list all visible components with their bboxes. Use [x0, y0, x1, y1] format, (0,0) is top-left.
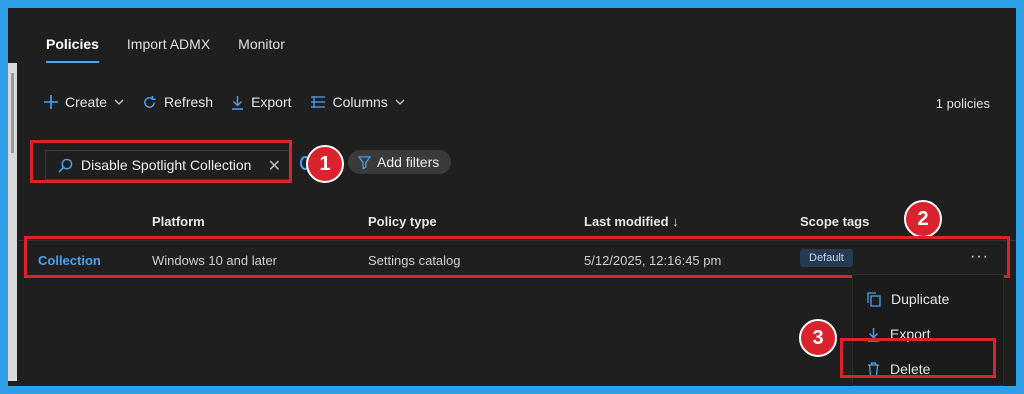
export-label: Export: [251, 94, 292, 110]
toolbar: Create Refresh Export Columns: [44, 94, 405, 110]
refresh-button[interactable]: Refresh: [142, 94, 213, 110]
tab-policies[interactable]: Policies: [46, 36, 99, 63]
tab-bar: Policies Import ADMX Monitor: [46, 36, 285, 63]
add-filters-label: Add filters: [377, 154, 440, 170]
download-icon: [232, 95, 244, 110]
callout-3: 3: [799, 319, 837, 357]
menu-item-export[interactable]: Export: [867, 326, 930, 342]
clear-search-icon[interactable]: ✕: [268, 156, 281, 176]
chevron-down-icon: [114, 99, 124, 105]
columns-button[interactable]: Columns: [310, 94, 405, 110]
delete-label: Delete: [890, 361, 931, 377]
col-header-policy-type[interactable]: Policy type: [368, 214, 437, 229]
create-button[interactable]: Create: [44, 94, 124, 110]
copy-icon: [867, 291, 881, 307]
col-header-scope-tags[interactable]: Scope tags: [800, 214, 869, 229]
search-box[interactable]: ✕: [45, 150, 292, 180]
divider: [18, 240, 1016, 241]
callout-2: 2: [904, 200, 942, 238]
platform-cell: Windows 10 and later: [152, 253, 278, 268]
scrollbar-thumb[interactable]: [11, 73, 14, 153]
policy-count: 1 policies: [935, 96, 990, 111]
tab-import-admx[interactable]: Import ADMX: [127, 36, 210, 63]
refresh-icon: [144, 95, 156, 108]
col-header-platform[interactable]: Platform: [152, 214, 205, 229]
search-input[interactable]: [79, 156, 263, 174]
create-label: Create: [65, 94, 108, 110]
add-filters-button[interactable]: Add filters: [348, 150, 452, 174]
col-header-last-modified[interactable]: Last modified ↓: [584, 214, 679, 229]
menu-item-delete[interactable]: Delete: [867, 361, 930, 377]
more-options-icon[interactable]: ···: [970, 248, 989, 266]
callout-1: 1: [306, 145, 344, 183]
menu-item-duplicate[interactable]: Duplicate: [867, 291, 949, 307]
policies-panel: Policies Import ADMX Monitor Create Refr…: [8, 8, 1016, 386]
download-icon: [868, 327, 879, 342]
scope-tag-badge: Default: [800, 249, 853, 267]
duplicate-label: Duplicate: [891, 291, 950, 307]
scrollbar[interactable]: [8, 63, 17, 381]
policy-name-link[interactable]: Collection: [38, 253, 101, 268]
context-menu: Duplicate Export Delete: [852, 274, 1004, 386]
columns-icon: [310, 96, 325, 108]
tab-monitor[interactable]: Monitor: [238, 36, 285, 63]
search-icon: [58, 158, 73, 173]
trash-icon: [868, 361, 879, 377]
chevron-down-icon: [395, 99, 405, 105]
columns-label: Columns: [332, 94, 388, 110]
filter-icon: [358, 155, 371, 169]
export-menu-label: Export: [890, 326, 931, 342]
plus-icon: [44, 95, 58, 109]
policy-type-cell: Settings catalog: [368, 253, 461, 268]
export-button[interactable]: Export: [231, 94, 292, 110]
last-modified-cell: 5/12/2025, 12:16:45 pm: [584, 253, 722, 268]
refresh-label: Refresh: [164, 94, 214, 110]
